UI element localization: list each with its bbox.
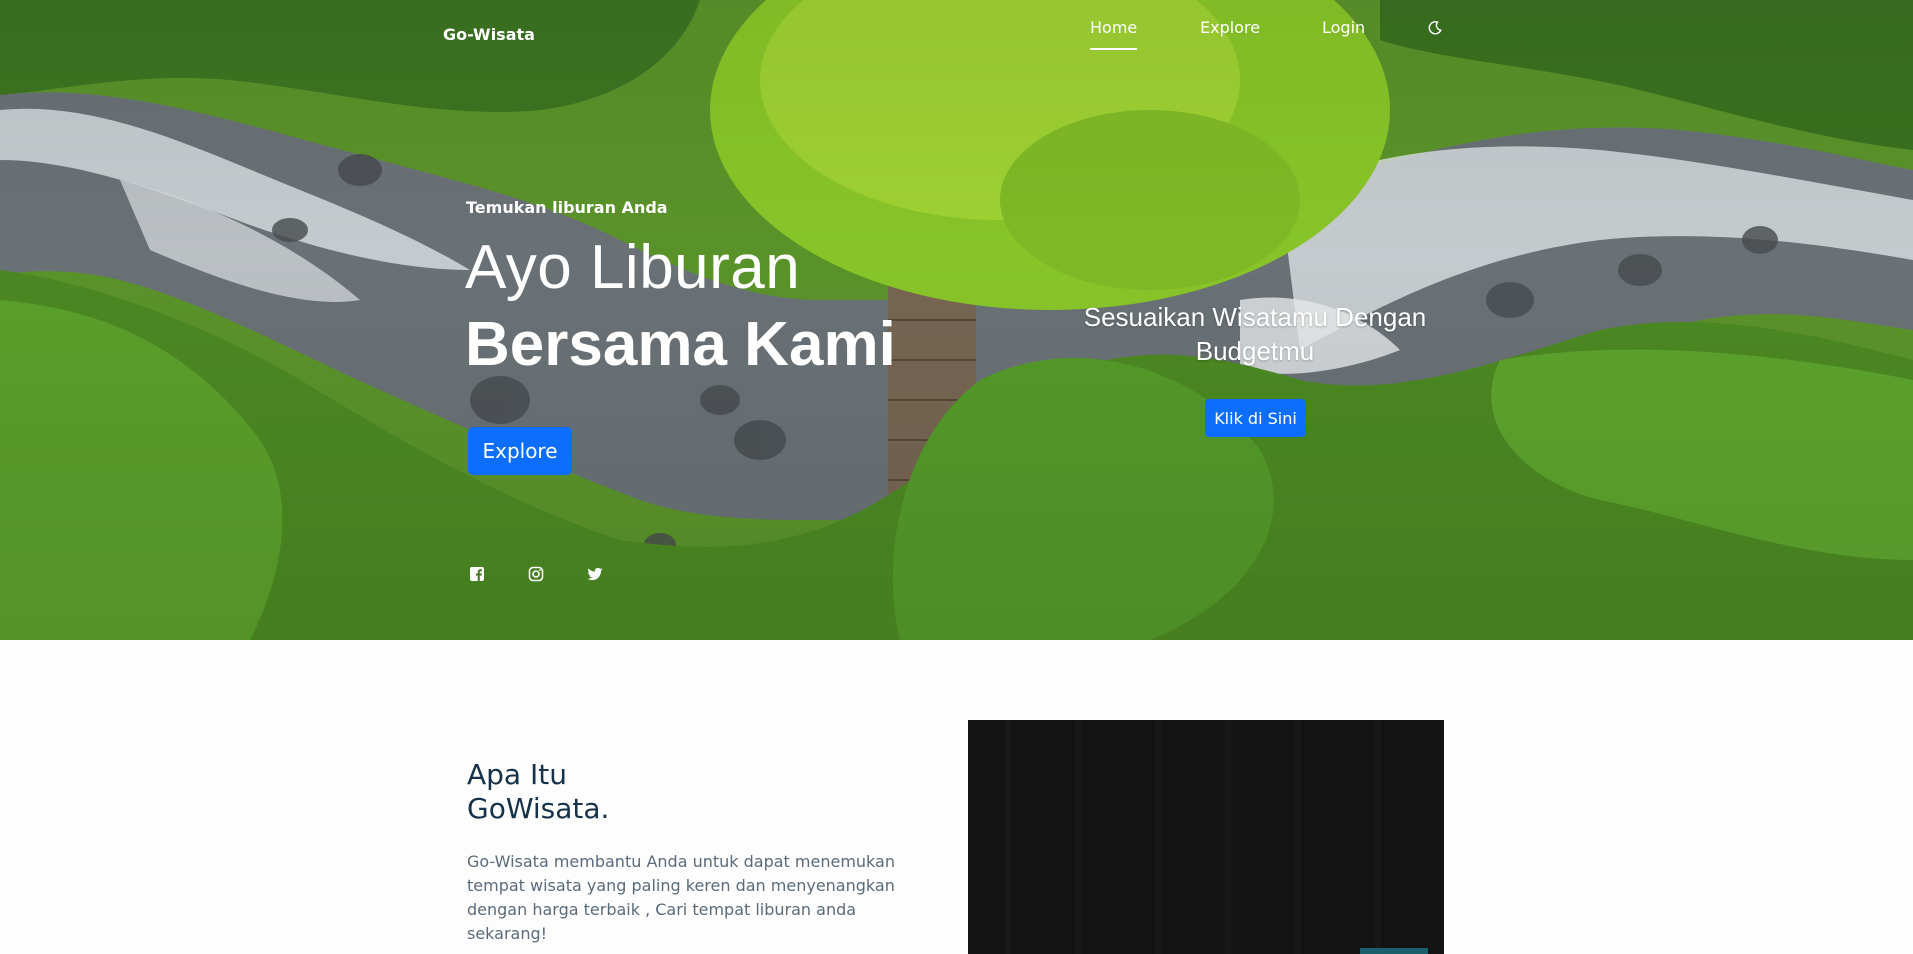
video-frame: [1005, 720, 1381, 954]
nav-item-explore[interactable]: Explore: [1200, 17, 1260, 39]
about-title-line2: GoWisata.: [467, 792, 610, 825]
twitter-icon: [587, 567, 603, 581]
instagram-link[interactable]: [528, 566, 544, 582]
hero-kicker: Temukan liburan Anda: [466, 198, 668, 217]
theme-toggle-button[interactable]: [1427, 17, 1447, 39]
nav-item-login[interactable]: Login: [1322, 17, 1365, 39]
about-description: Go-Wisata membantu Anda untuk dapat mene…: [467, 852, 895, 943]
hero-title-line1: Ayo Liburan: [465, 233, 801, 302]
explore-button[interactable]: Explore: [468, 427, 572, 475]
about-title-line1: Apa Itu: [467, 758, 567, 791]
about-title: Apa Itu GoWisata.: [467, 758, 609, 826]
brand-logo[interactable]: Go-Wisata: [443, 25, 535, 44]
hero-title-line2: Bersama Kami: [465, 310, 896, 379]
moon-icon: [1428, 21, 1442, 35]
klik-di-sini-button[interactable]: Klik di Sini: [1205, 399, 1306, 437]
twitter-link[interactable]: [587, 566, 603, 582]
promo-text: Sesuaikan Wisatamu Dengan Budgetmu: [1083, 302, 1427, 366]
hero-section: Go-Wisata Home Explore Login Temukan lib…: [0, 0, 1913, 640]
facebook-link[interactable]: [469, 566, 485, 582]
video-control-bar[interactable]: [1360, 948, 1428, 954]
about-video-player[interactable]: [968, 720, 1444, 954]
facebook-icon: [470, 567, 484, 581]
instagram-icon: [528, 566, 544, 582]
hero-overlay: [0, 0, 1913, 640]
nav-item-home[interactable]: Home: [1090, 17, 1138, 50]
